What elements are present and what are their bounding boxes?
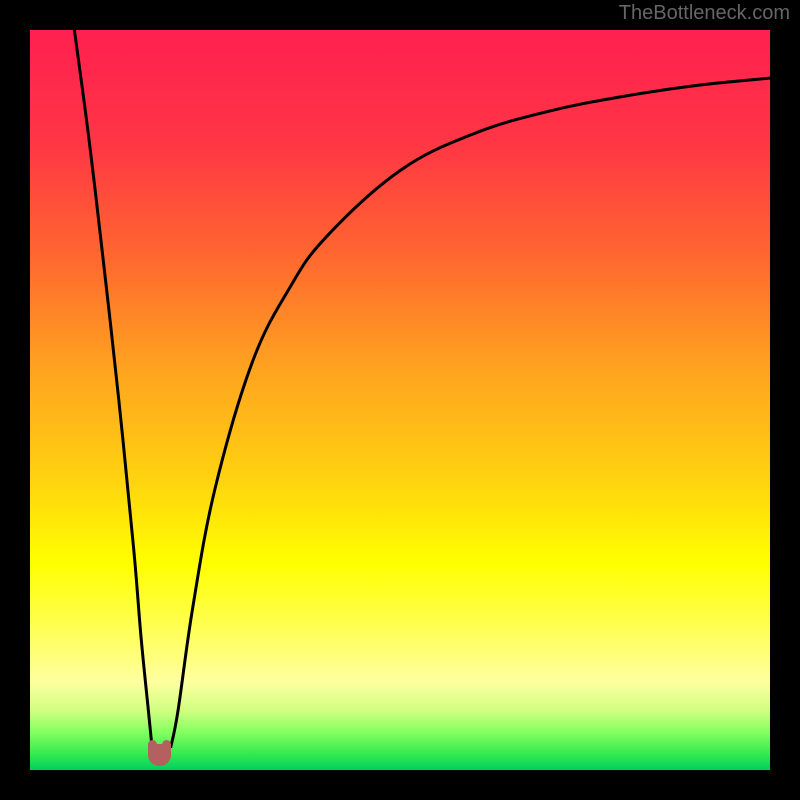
bottleneck-curve — [30, 30, 770, 770]
optimal-point-marker — [148, 744, 170, 766]
chart-area — [30, 30, 770, 770]
watermark-text: TheBottleneck.com — [619, 2, 790, 25]
